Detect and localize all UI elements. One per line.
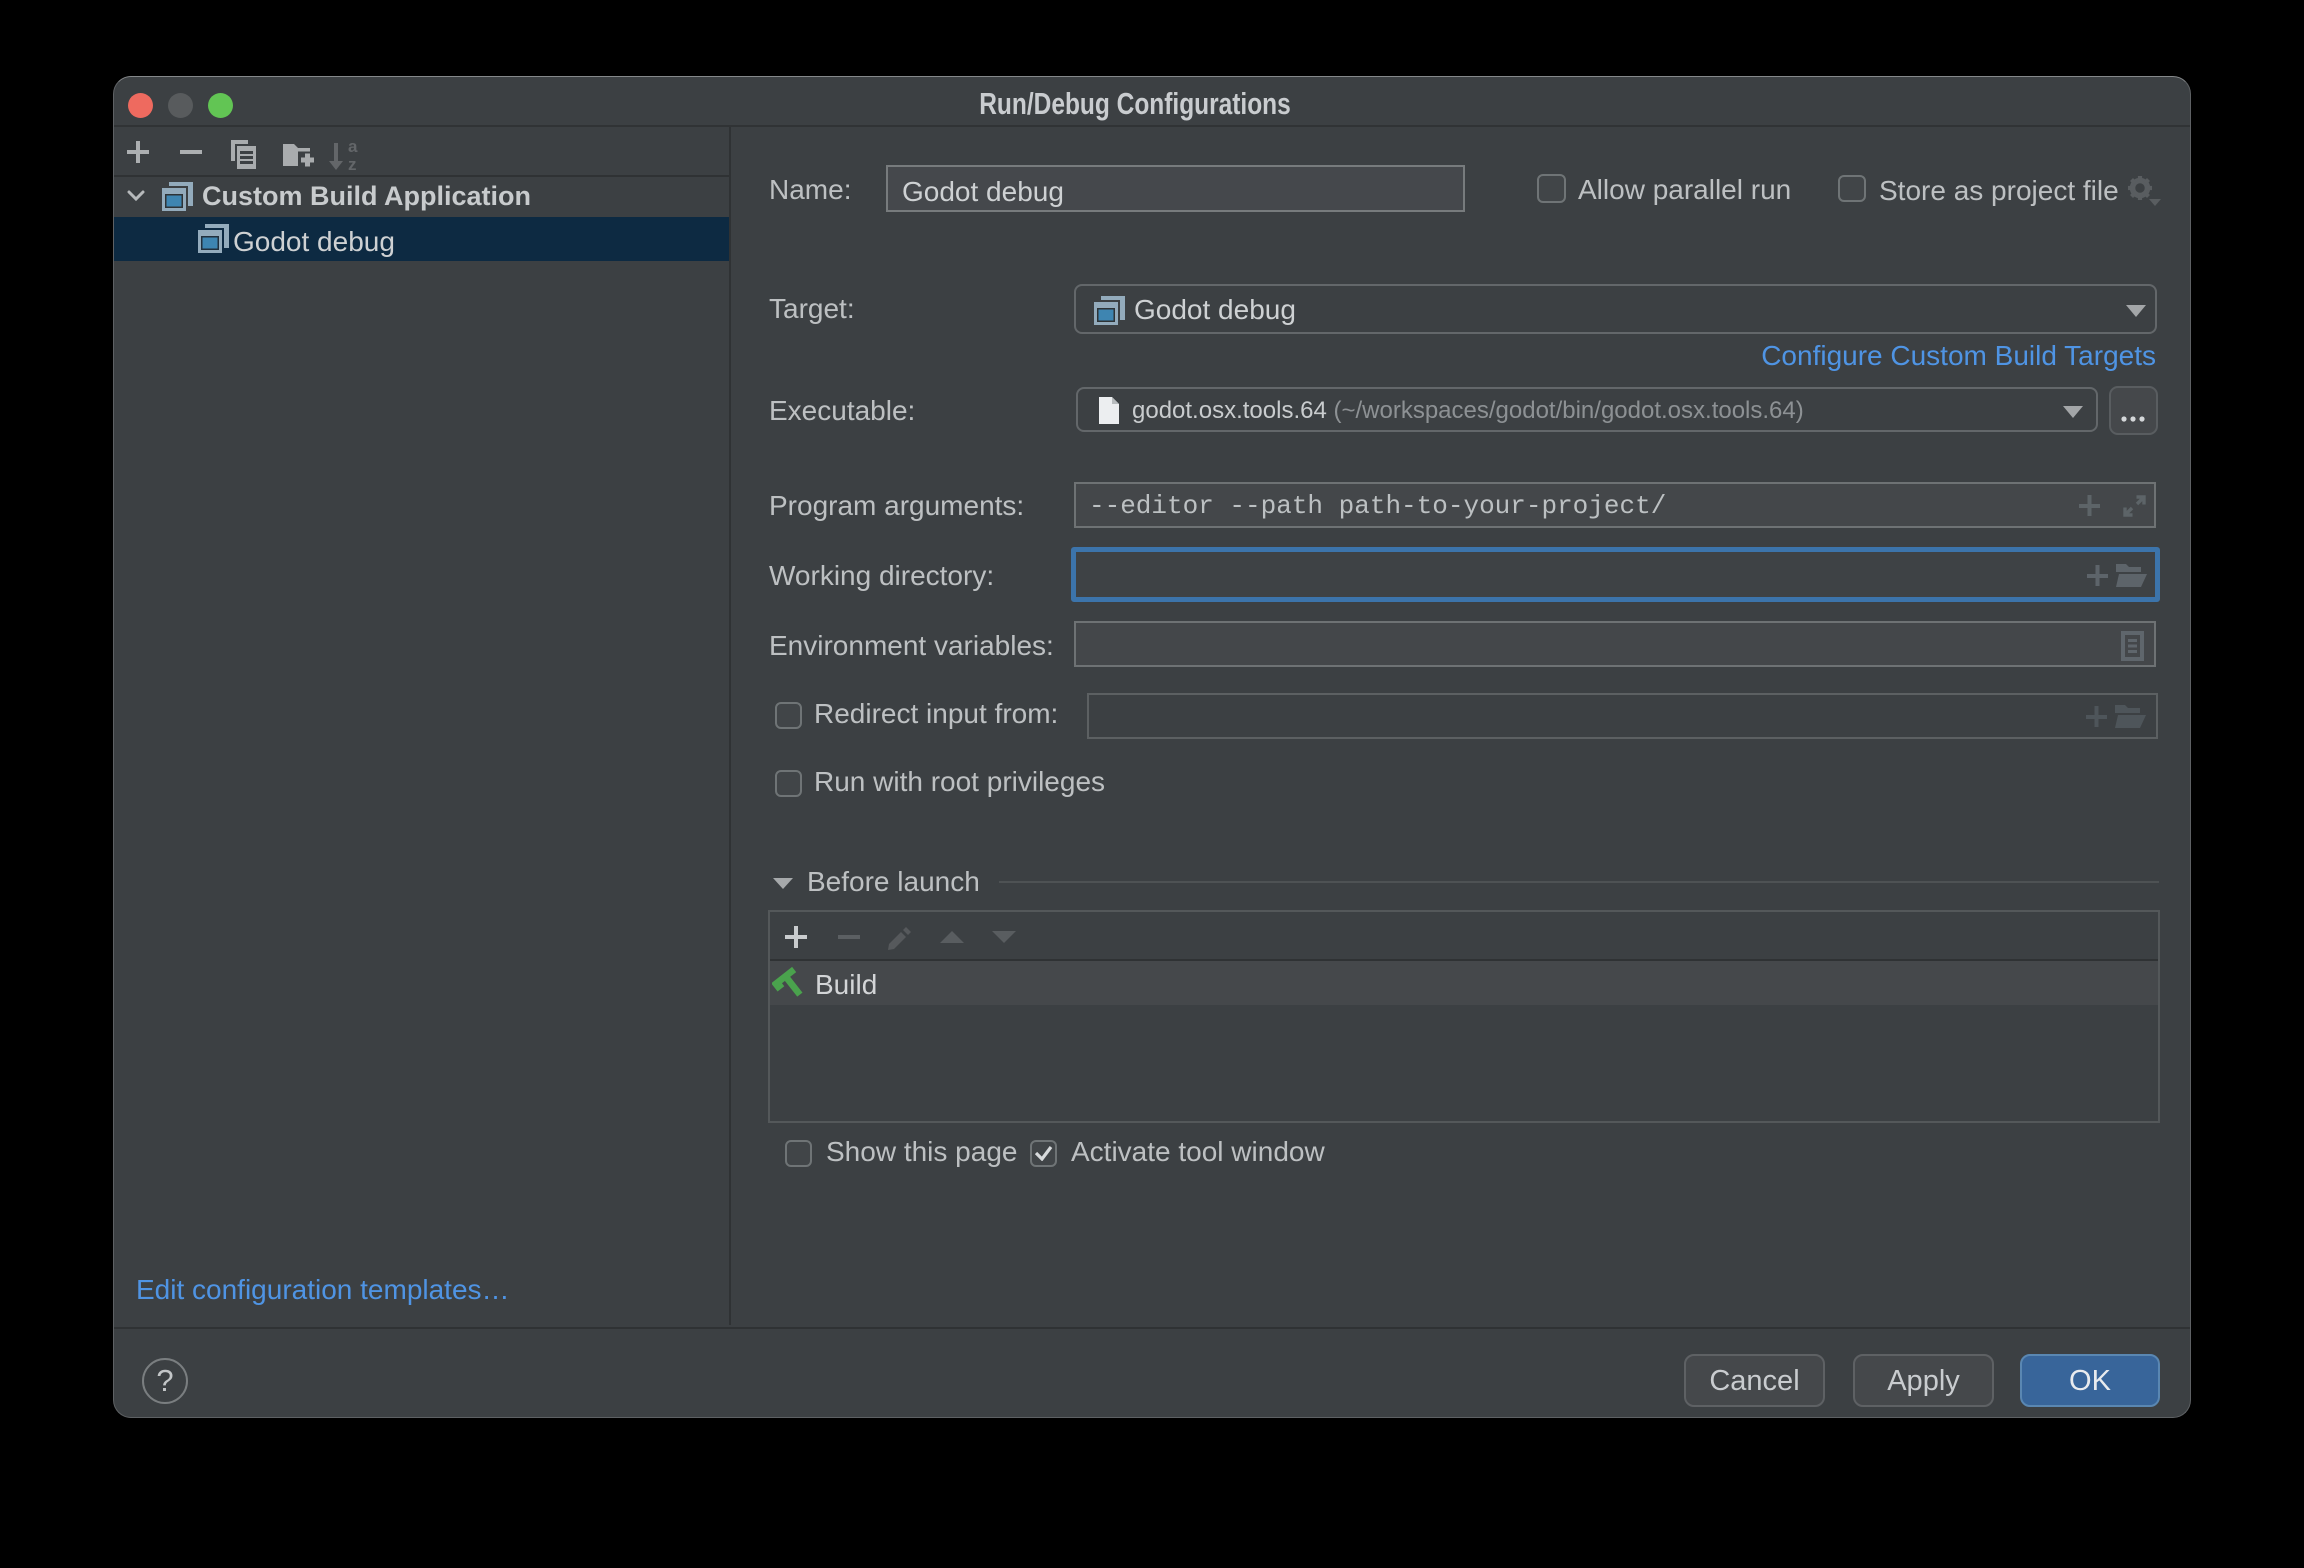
svg-text:a: a [348,137,358,156]
svg-text:z: z [348,155,357,174]
